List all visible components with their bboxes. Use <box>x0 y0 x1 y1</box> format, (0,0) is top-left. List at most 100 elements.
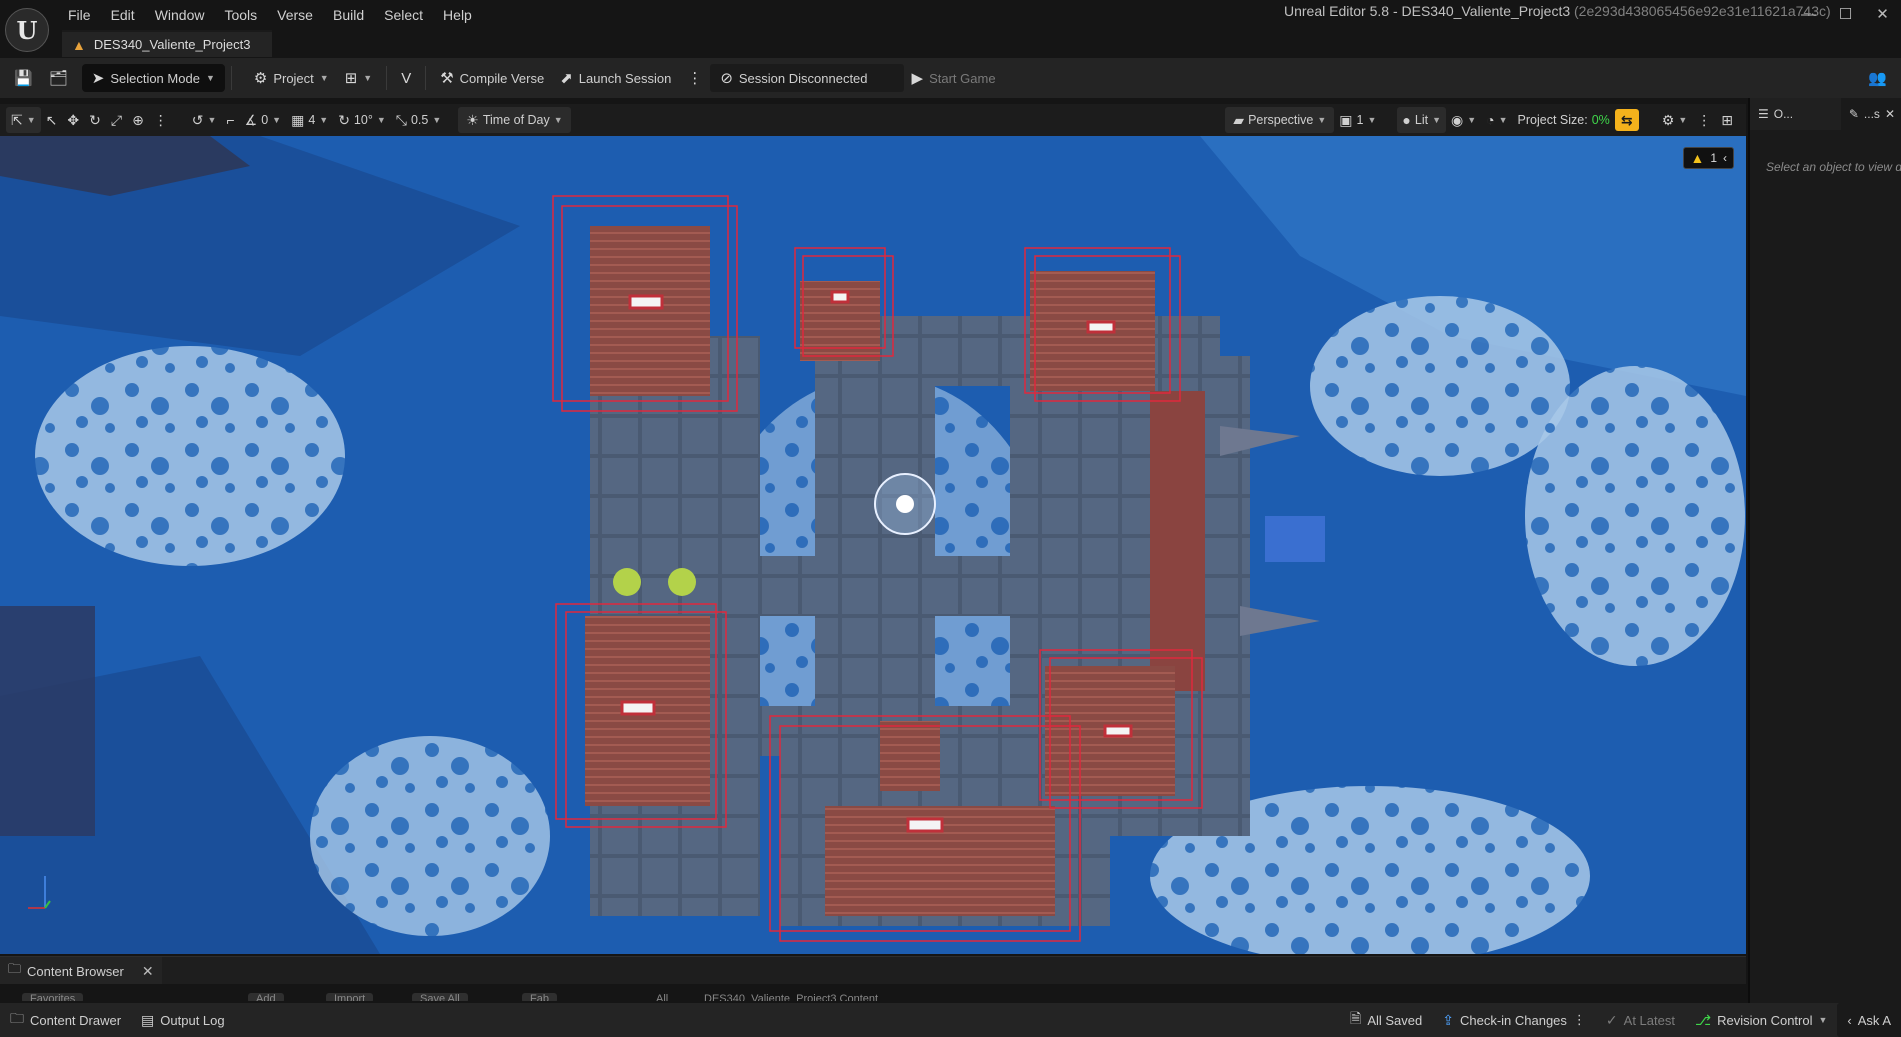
output-log-button[interactable]: ▤ Output Log <box>131 1003 235 1037</box>
tab-outliner[interactable]: ☰ O... <box>1750 98 1801 130</box>
status-bar: 🗀 Content Drawer ▤ Output Log 🗎 All Save… <box>0 1003 1901 1037</box>
ask-ai-button[interactable]: ‹ Ask A <box>1837 1003 1901 1037</box>
maximize-button[interactable]: ☐ <box>1827 0 1864 28</box>
scale-button[interactable]: ⤢ <box>106 107 127 133</box>
layout-button[interactable]: ⊞ <box>1716 107 1738 133</box>
close-window-button[interactable]: ✕ <box>1864 0 1901 28</box>
save-button[interactable]: 💾 <box>6 63 41 93</box>
perspective-dropdown[interactable]: ▰ Perspective ▼ <box>1225 107 1335 133</box>
roof-sign <box>620 700 656 716</box>
menu-tools[interactable]: Tools <box>214 4 267 26</box>
verse-button[interactable]: V <box>393 63 419 93</box>
browse-button[interactable]: 🗂 <box>41 63 76 93</box>
menu-select[interactable]: Select <box>374 4 433 26</box>
kebab-menu-icon[interactable]: ⋮ <box>1573 1012 1586 1028</box>
lit-dropdown[interactable]: ● Lit ▼ <box>1397 107 1446 133</box>
select-tool-dropdown[interactable]: ⇱ ▼ <box>6 107 41 133</box>
fab-button[interactable]: Fab <box>522 993 557 1001</box>
upload-icon: ⇪ <box>1442 1011 1454 1028</box>
camera-speed-dropdown[interactable]: ▣ 1 ▼ <box>1334 107 1381 133</box>
viewport-warning-badge[interactable]: ▲ 1 ‹ <box>1683 147 1734 169</box>
menu-window[interactable]: Window <box>145 4 215 26</box>
all-saved-button[interactable]: 🗎 All Saved <box>1340 1003 1432 1037</box>
add-actor-dropdown[interactable]: ⊞ ▼ <box>337 63 381 93</box>
menu-file[interactable]: File <box>58 4 101 26</box>
content-drawer-button[interactable]: 🗀 Content Drawer <box>0 1003 131 1037</box>
grid-snap-dropdown[interactable]: ▦ 4 ▼ <box>286 107 333 133</box>
close-icon[interactable]: ✕ <box>1885 107 1895 121</box>
scale-snap-value: 0.5 <box>410 113 429 127</box>
select-mode-button[interactable]: ↖ <box>41 107 63 133</box>
project-size-label: Project Size: <box>1517 113 1588 127</box>
world-space-button[interactable]: ⊕ <box>127 107 149 133</box>
chevron-down-icon: ▼ <box>553 115 563 125</box>
transform-options-button[interactable]: ⋮ <box>149 107 173 133</box>
launch-session-button[interactable]: ⬈ Launch Session <box>552 63 679 93</box>
favorites-toggle[interactable]: Favorites <box>22 993 84 1001</box>
menu-help[interactable]: Help <box>433 4 482 26</box>
rotate-button[interactable]: ↻ <box>84 107 106 133</box>
chevron-down-icon: ▼ <box>1678 115 1688 125</box>
show-dropdown[interactable]: ◉ ▼ <box>1446 107 1481 133</box>
close-icon[interactable]: ✕ <box>142 963 154 980</box>
snap-options-dropdown[interactable]: ↺ ▼ <box>187 107 222 133</box>
breadcrumb-project[interactable]: DES340_Valiente_Project3 Content <box>696 993 886 1001</box>
viewport-scene <box>0 136 1746 954</box>
start-game-button[interactable]: ▶ Start Game <box>904 63 1004 93</box>
chevron-down-icon: ▼ <box>1818 1015 1828 1025</box>
minimize-button[interactable]: — <box>1790 0 1827 28</box>
menu-verse[interactable]: Verse <box>267 4 323 26</box>
gear-icon: ⚙ <box>1661 111 1675 128</box>
angle-snap-dropdown[interactable]: ↻ 10° ▼ <box>333 107 391 133</box>
revision-control-dropdown[interactable]: ⎇ Revision Control ▼ <box>1685 1003 1837 1037</box>
surface-snap-button[interactable]: ⌐ <box>221 107 239 133</box>
camera-icon: ▰ <box>1233 111 1245 128</box>
level-viewport[interactable]: ▲ 1 ‹ <box>0 136 1746 954</box>
output-log-label: Output Log <box>160 1012 225 1028</box>
rotation-snap-icon: ∡ <box>244 111 258 128</box>
document-tab[interactable]: ▲ DES340_Valiente_Project3 <box>62 30 272 57</box>
window-controls: — ☐ ✕ <box>1790 0 1901 28</box>
foam-patch <box>35 346 345 566</box>
roof-sign <box>1086 320 1116 334</box>
realtime-toggle-icon[interactable]: ⇆ <box>1614 109 1639 131</box>
at-latest-status[interactable]: ✓ At Latest <box>1596 1003 1685 1037</box>
project-dropdown[interactable]: ⚙ Project ▼ <box>246 63 337 93</box>
document-tab-label: DES340_Valiente_Project3 <box>93 37 251 52</box>
chevron-down-icon: ▼ <box>1467 115 1477 125</box>
cursor-icon: ➤ <box>91 70 105 87</box>
time-of-day-dropdown[interactable]: ☀ Time of Day ▼ <box>458 107 571 133</box>
session-options-button[interactable]: ⋮ <box>679 63 710 93</box>
content-browser-tab[interactable]: 🗀 Content Browser ✕ <box>0 957 162 985</box>
tab-details[interactable]: ✎ ...s ✕ <box>1840 98 1901 130</box>
performance-dropdown[interactable]: ◔ ▼ <box>1481 107 1512 133</box>
roof-sign <box>1103 724 1133 738</box>
sun-icon: ☀ <box>466 111 479 128</box>
unreal-logo-icon[interactable]: U <box>5 8 49 52</box>
launch-icon: ⬈ <box>560 70 573 87</box>
compile-verse-button[interactable]: ⚒ Compile Verse <box>432 63 552 93</box>
import-button[interactable]: Import <box>326 993 374 1001</box>
breadcrumb-all[interactable]: All <box>648 993 676 1001</box>
compile-icon: ⚒ <box>440 70 454 87</box>
session-status[interactable]: ⊘ Session Disconnected <box>710 64 904 92</box>
building-shadow <box>0 606 95 836</box>
translate-button[interactable]: ✥ <box>62 107 84 133</box>
check-in-button[interactable]: ⇪ Check-in Changes ⋮ <box>1432 1003 1596 1037</box>
chevron-down-icon: ▼ <box>319 115 329 125</box>
project-icon: ⚙ <box>253 70 268 87</box>
separator <box>230 66 232 90</box>
viewport-settings-dropdown[interactable]: ⚙ ▼ <box>1657 107 1692 133</box>
viewport-options-button[interactable]: ⋮ <box>1692 107 1716 133</box>
save-all-button[interactable]: Save All <box>412 993 468 1001</box>
scale-snap-dropdown[interactable]: ⤡ 0.5 ▼ <box>391 107 447 133</box>
menu-edit[interactable]: Edit <box>101 4 145 26</box>
snap-icon: ↺ <box>191 111 204 128</box>
add-button[interactable]: Add <box>248 993 284 1001</box>
rotation-snap-dropdown[interactable]: ∡ 0 ▼ <box>240 107 286 133</box>
menu-build[interactable]: Build <box>323 4 374 26</box>
selection-mode-dropdown[interactable]: ➤ Selection Mode ▼ <box>81 64 225 92</box>
main-toolbar: 💾 🗂 ➤ Selection Mode ▼ ⚙ Project ▼ ⊞ ▼ V… <box>0 58 1901 98</box>
viewport-warning-count: 1 <box>1710 151 1717 165</box>
users-button[interactable]: 👥 <box>1860 63 1895 93</box>
